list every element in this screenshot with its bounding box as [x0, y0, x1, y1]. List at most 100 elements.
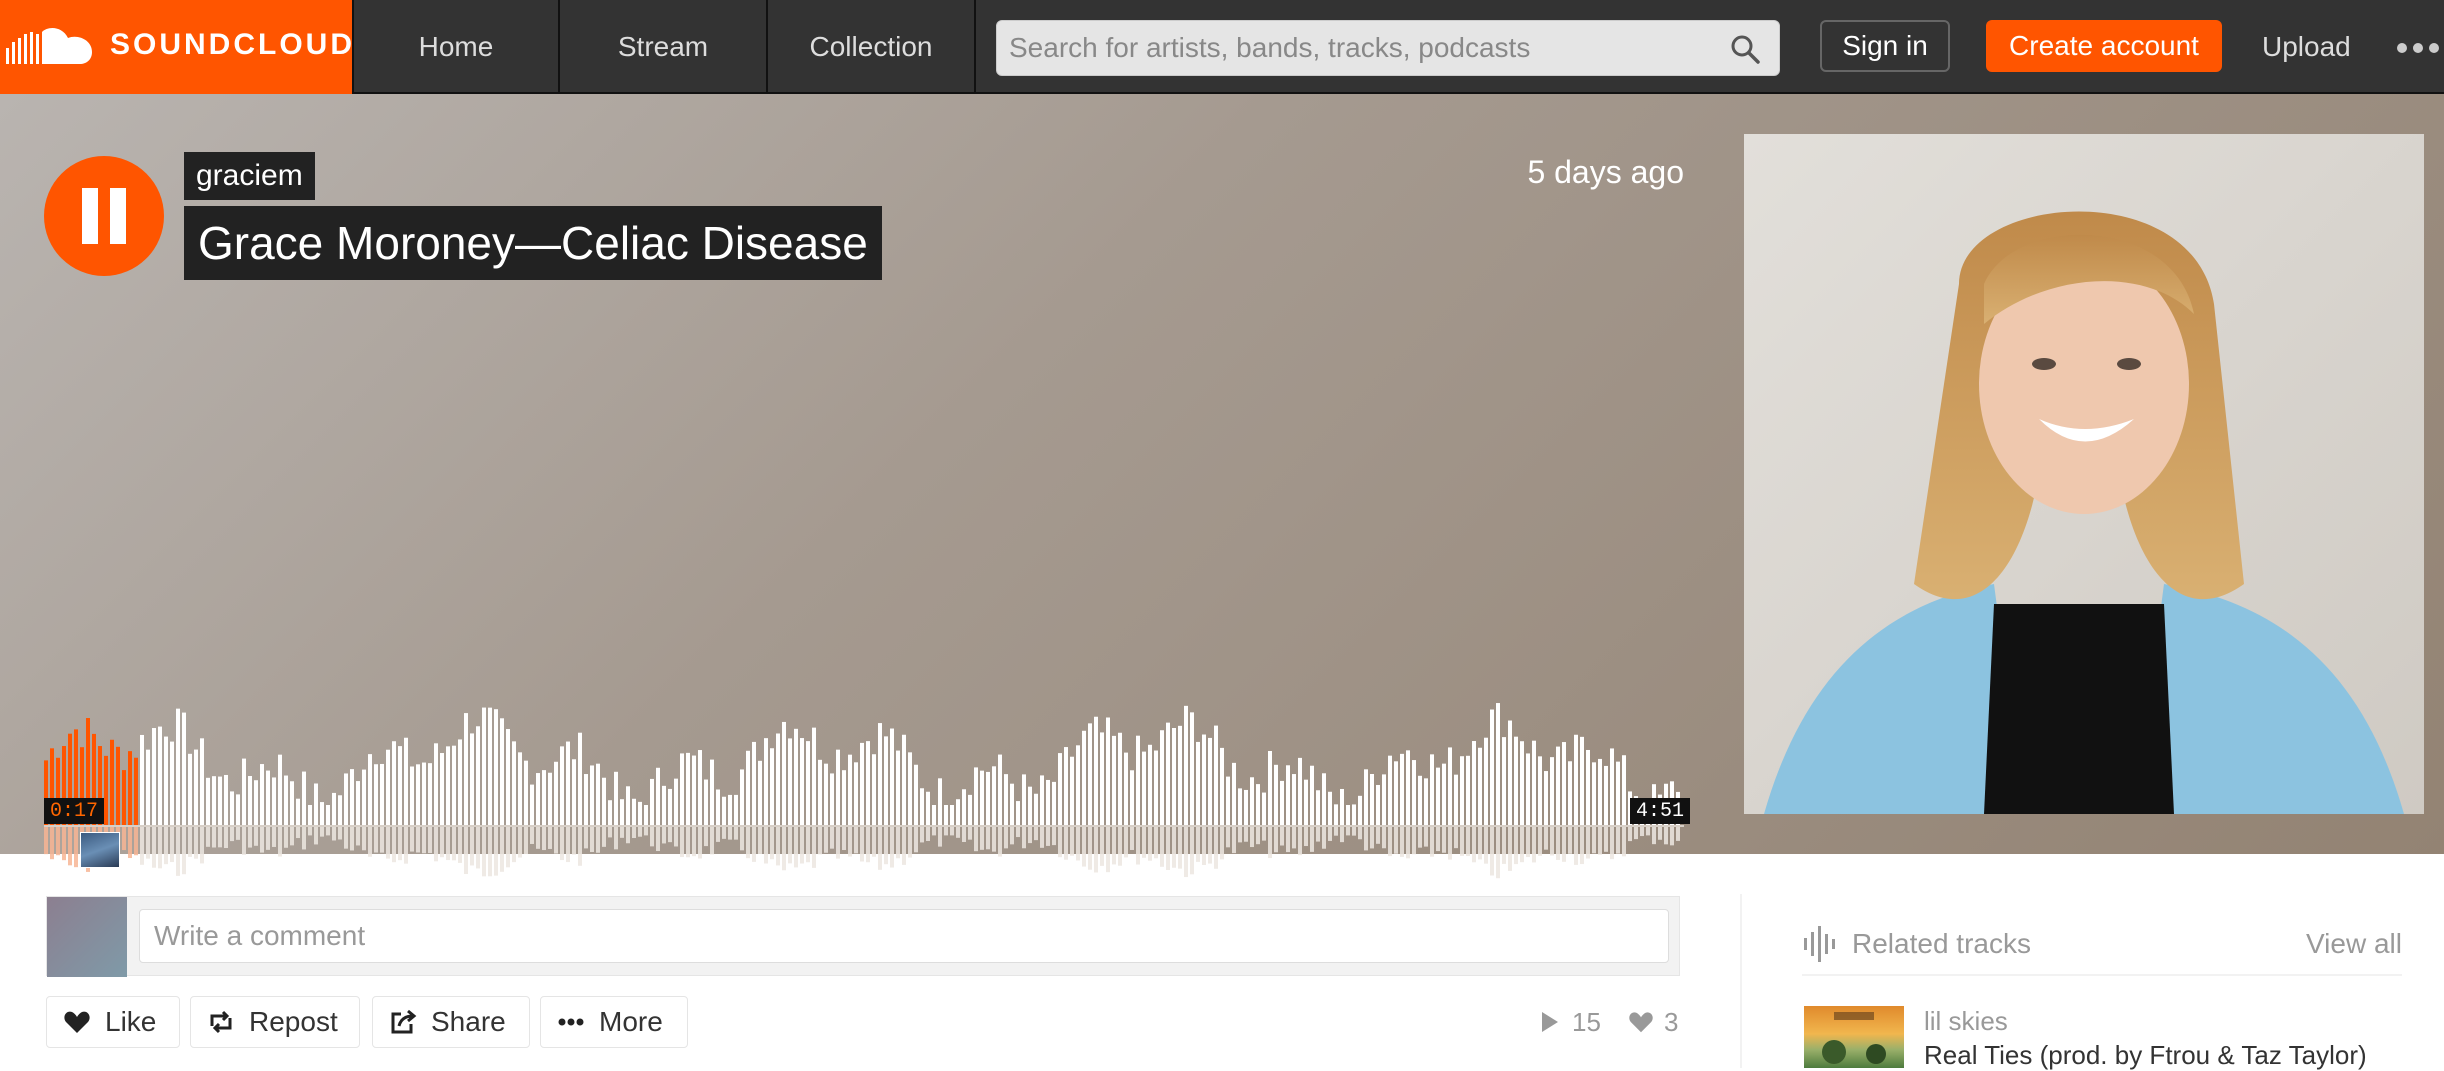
- waveform-reflection-bar: [866, 827, 870, 863]
- waveform-reflection-bar: [332, 827, 336, 841]
- waveform-reflection-bar: [782, 827, 786, 871]
- waveform-reflection-bar: [1508, 827, 1512, 871]
- search-icon[interactable]: [1729, 33, 1761, 65]
- waveform-bar: [230, 791, 234, 825]
- waveform-bar: [1382, 774, 1386, 825]
- upload-link[interactable]: Upload: [2262, 0, 2351, 94]
- waveform-bar: [578, 732, 582, 825]
- waveform-reflection-bar: [1538, 827, 1542, 856]
- waveform-reflection-bar: [434, 827, 438, 862]
- like-label: Like: [105, 1006, 157, 1037]
- waveform-bar: [1448, 747, 1452, 825]
- waveform-bar: [464, 713, 468, 825]
- soundcloud-logo[interactable]: SOUNDCLOUD: [0, 0, 352, 94]
- waveform-bar: [1094, 716, 1098, 825]
- waveform-reflection-bar: [302, 827, 306, 850]
- waveform-reflection-bar: [926, 827, 930, 841]
- waveform-bar: [638, 801, 642, 825]
- more-button[interactable]: More: [540, 996, 688, 1048]
- waveform-bar: [1160, 730, 1164, 825]
- waveform-reflection-bar: [1220, 827, 1224, 860]
- waveform-reflection-bar: [524, 827, 528, 855]
- search-input[interactable]: [1009, 21, 1709, 75]
- waveform-reflection-bar: [260, 827, 264, 853]
- waveform-reflection-bar: [230, 827, 234, 842]
- track-hero: graciem Grace Moroney—Celiac Disease 5 d…: [0, 94, 2444, 879]
- waveform-reflection-bar: [920, 827, 924, 843]
- related-tracks-title: Related tracks: [1852, 928, 2031, 959]
- waveform-bar: [794, 728, 798, 825]
- waveform-bar: [140, 734, 144, 825]
- waveform-bar: [1346, 805, 1350, 825]
- waveform-bar: [482, 707, 486, 825]
- waveform-bar: [380, 763, 384, 825]
- waveform-reflection-bar: [686, 827, 690, 858]
- view-all-link[interactable]: View all: [2306, 928, 2402, 960]
- waveform-reflection-bar: [728, 827, 732, 840]
- user-avatar: [47, 897, 127, 977]
- waveform-reflection-bar: [1550, 827, 1554, 856]
- waveform-bar: [1226, 776, 1230, 825]
- share-button[interactable]: Share: [372, 996, 530, 1048]
- waveform-bar: [110, 739, 114, 825]
- waveform-reflection-bar: [1664, 827, 1668, 845]
- create-account-button[interactable]: Create account: [1986, 20, 2222, 72]
- waveform-reflection-bar: [1058, 827, 1062, 858]
- nav-tab-home[interactable]: Home: [352, 0, 560, 94]
- waveform-bar: [1466, 755, 1470, 825]
- heart-icon: [64, 1011, 90, 1033]
- waveform-bar: [1502, 737, 1506, 825]
- waveform-reflection-bar: [44, 827, 48, 855]
- waveform-reflection-bar: [218, 827, 222, 848]
- related-track-title[interactable]: Real Ties (prod. by Ftrou & Taz Taylor): [1924, 1040, 2400, 1071]
- waveform-reflection-bar: [1424, 827, 1428, 847]
- waveform-bar: [836, 749, 840, 825]
- waveform-bar: [728, 794, 732, 825]
- artist-name[interactable]: graciem: [184, 152, 315, 200]
- more-options-icon[interactable]: [2394, 38, 2444, 58]
- waveform-bar: [152, 728, 156, 825]
- waveform-reflection-bar: [206, 827, 210, 847]
- pause-button[interactable]: [44, 156, 164, 276]
- repost-button[interactable]: Repost: [190, 996, 360, 1048]
- waveform-bar: [1544, 771, 1548, 825]
- waveform-reflection-bar: [1328, 827, 1332, 841]
- waveform-bar: [1016, 801, 1020, 825]
- waveform-bar: [1262, 792, 1266, 825]
- waveform-bar: [764, 738, 768, 825]
- waveform-bar: [248, 776, 252, 825]
- waveform-bar: [1412, 760, 1416, 825]
- waveform-bar: [1106, 717, 1110, 825]
- waveform-reflection-bar: [1178, 827, 1182, 869]
- related-track-artist[interactable]: lil skies: [1924, 1006, 2008, 1037]
- nav-tab-stream[interactable]: Stream: [560, 0, 768, 94]
- waveform-bar: [296, 798, 300, 825]
- waveform-reflection-bar: [1646, 827, 1650, 836]
- waveform-bar: [722, 796, 726, 825]
- nav-tab-collection[interactable]: Collection: [768, 0, 976, 94]
- waveform-bar: [818, 759, 822, 825]
- waveform-reflection-bar: [50, 827, 54, 860]
- waveform-reflection-bar: [1478, 827, 1482, 860]
- waveform-reflection-bar: [956, 827, 960, 838]
- sign-in-button[interactable]: Sign in: [1820, 20, 1950, 72]
- like-button[interactable]: Like: [46, 996, 180, 1048]
- waveform-reflection-bar: [668, 827, 672, 843]
- waveform-bar: [590, 765, 594, 825]
- waveform-reflection-bar: [1466, 827, 1470, 857]
- waveform-bar: [1010, 783, 1014, 825]
- comment-input[interactable]: [139, 909, 1669, 963]
- timed-comment-avatar[interactable]: [80, 832, 120, 868]
- waveform-bar: [1364, 769, 1368, 825]
- waveform-bar: [554, 761, 558, 825]
- waveform-reflection-bar: [746, 827, 750, 859]
- waveform-bar: [362, 769, 366, 825]
- waveform-seekbar[interactable]: [44, 594, 1684, 884]
- waveform-bar: [1472, 741, 1476, 825]
- waveform-reflection-bar: [608, 827, 612, 838]
- waveform-bar: [1082, 730, 1086, 825]
- waveform-reflection-bar: [1364, 827, 1368, 851]
- waveform-bar: [1394, 761, 1398, 825]
- waveform-reflection-bar: [1226, 827, 1230, 848]
- related-track-artwork[interactable]: [1804, 1006, 1904, 1068]
